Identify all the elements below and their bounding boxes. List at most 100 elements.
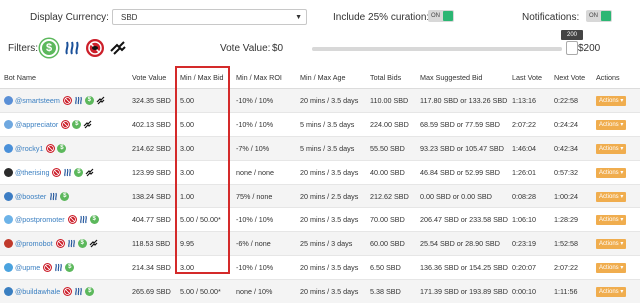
bot-name-link[interactable]: @therising xyxy=(15,168,49,177)
min-max-age-cell: 20 mins / 2.5 days xyxy=(296,184,366,208)
dollar-icon: $ xyxy=(90,215,99,224)
avatar xyxy=(4,120,13,129)
bot-name-cell: @rocky1$ xyxy=(0,136,128,160)
filters-label: Filters: xyxy=(8,43,38,54)
actions-button[interactable]: Actions ▾ xyxy=(596,120,626,130)
last-vote-cell: 0:23:19 xyxy=(508,232,550,256)
next-vote-cell: 1:11:56 xyxy=(550,280,592,303)
ban-icon xyxy=(68,215,77,224)
min-max-age-cell: 20 mins / 3.5 days xyxy=(296,160,366,184)
actions-button[interactable]: Actions ▾ xyxy=(596,168,626,178)
dollar-icon[interactable]: $ xyxy=(40,39,58,57)
header-last-vote[interactable]: Last Vote xyxy=(508,66,550,89)
actions-cell: Actions ▾ xyxy=(592,112,640,136)
actions-button[interactable]: Actions ▾ xyxy=(596,239,626,249)
actions-button[interactable]: Actions ▾ xyxy=(596,287,626,297)
actions-button[interactable]: Actions ▾ xyxy=(596,263,626,273)
header-next-vote[interactable]: Next Vote xyxy=(550,66,592,89)
filter-row: Filters: $ Vote Value: $0 200 $200 xyxy=(0,38,640,60)
currency-value: SBD xyxy=(121,13,137,22)
header-actions[interactable]: Actions xyxy=(592,66,640,89)
vote-value-cell: 118.53 SBD xyxy=(128,232,176,256)
avatar xyxy=(4,144,13,153)
bot-name-link[interactable]: @buildawhale xyxy=(15,287,60,296)
header-min-max-roi[interactable]: Min / Max ROI xyxy=(232,66,296,89)
dollar-icon: $ xyxy=(74,168,83,177)
min-max-age-cell: 5 mins / 3.5 days xyxy=(296,112,366,136)
table-row: @promobot$118.53 SBD9.95-6% / none25 min… xyxy=(0,232,640,256)
max-suggested-bid-cell: 0.00 SBD or 0.00 SBD xyxy=(416,184,508,208)
vote-value-slider: Vote Value: $0 200 $200 xyxy=(270,38,640,60)
table-row: @appreciator$402.13 SBD5.00-10% / 10%5 m… xyxy=(0,112,640,136)
currency-select[interactable]: SBD ▼ xyxy=(112,9,307,25)
min-max-roi-cell: none / none xyxy=(232,160,296,184)
min-max-bid-cell: 3.00 xyxy=(176,256,232,280)
bot-name-link[interactable]: @booster xyxy=(15,192,46,201)
table-row: @smartsteem$324.35 SBD5.00-10% / 10%20 m… xyxy=(0,89,640,113)
bot-table: Bot NameVote ValueMin / Max BidMin / Max… xyxy=(0,66,640,303)
vote-value-cell: 404.77 SBD xyxy=(128,208,176,232)
ban-icon[interactable] xyxy=(86,39,104,57)
header-bot-name[interactable]: Bot Name xyxy=(0,66,128,89)
min-max-bid-cell: 3.00 xyxy=(176,136,232,160)
ban-icon xyxy=(63,287,72,296)
header-vote-value[interactable]: Vote Value xyxy=(128,66,176,89)
min-max-age-cell: 25 mins / 3 days xyxy=(296,232,366,256)
header-total-bids[interactable]: Total Bids xyxy=(366,66,416,89)
hand-icon[interactable] xyxy=(109,39,127,57)
actions-cell: Actions ▾ xyxy=(592,136,640,160)
bot-name-link[interactable]: @appreciator xyxy=(15,120,58,129)
table-row: @therising$123.99 SBD3.00none / none20 m… xyxy=(0,160,640,184)
last-vote-cell: 0:20:07 xyxy=(508,256,550,280)
bot-name-cell: @promobot$ xyxy=(0,232,128,256)
vote-value-cell: 138.24 SBD xyxy=(128,184,176,208)
actions-button[interactable]: Actions ▾ xyxy=(596,215,626,225)
vote-value-label: Vote Value: xyxy=(220,43,270,54)
avatar xyxy=(4,239,13,248)
vote-value-cell: 324.35 SBD xyxy=(128,89,176,113)
bot-name-cell: @therising $ xyxy=(0,160,128,184)
dollar-icon: $ xyxy=(85,96,94,105)
next-vote-cell: 2:07:22 xyxy=(550,256,592,280)
bot-name-link[interactable]: @upme xyxy=(15,263,40,272)
steem-icon xyxy=(74,96,83,105)
header-min-max-age[interactable]: Min / Max Age xyxy=(296,66,366,89)
notifications-toggle[interactable]: ON xyxy=(586,10,612,22)
min-max-roi-cell: -10% / 10% xyxy=(232,208,296,232)
table-row: @buildawhale$265.69 SBD5.00 / 50.00*none… xyxy=(0,280,640,303)
vote-value-cell: 123.99 SBD xyxy=(128,160,176,184)
steem-icon xyxy=(74,287,83,296)
hand-icon xyxy=(89,239,98,248)
bot-name-cell: @upme$ xyxy=(0,256,128,280)
actions-button[interactable]: Actions ▾ xyxy=(596,144,626,154)
slider-handle[interactable] xyxy=(566,41,578,55)
min-max-bid-cell: 9.95 xyxy=(176,232,232,256)
steem-icon xyxy=(54,263,63,272)
header-min-max-bid[interactable]: Min / Max Bid xyxy=(176,66,232,89)
steem-icon[interactable] xyxy=(63,39,81,57)
toggle-knob xyxy=(443,11,453,21)
bot-name-link[interactable]: @promobot xyxy=(15,239,53,248)
curation-toggle[interactable]: ON xyxy=(428,10,454,22)
header-max-suggested-bid[interactable]: Max Suggested Bid xyxy=(416,66,508,89)
actions-cell: Actions ▾ xyxy=(592,160,640,184)
bot-name-link[interactable]: @rocky1 xyxy=(15,144,43,153)
notifications-label: Notifications: xyxy=(522,12,579,23)
total-bids-cell: 110.00 SBD xyxy=(366,89,416,113)
table-row: @rocky1$214.62 SBD3.00-7% / 10%5 mins / … xyxy=(0,136,640,160)
min-max-roi-cell: -10% / 10% xyxy=(232,89,296,113)
max-suggested-bid-cell: 68.59 SBD or 77.59 SBD xyxy=(416,112,508,136)
bot-name-link[interactable]: @smartsteem xyxy=(15,96,60,105)
min-max-roi-cell: none / 10% xyxy=(232,280,296,303)
min-max-roi-cell: 75% / none xyxy=(232,184,296,208)
bot-name-link[interactable]: @postpromoter xyxy=(15,215,65,224)
total-bids-cell: 70.00 SBD xyxy=(366,208,416,232)
steem-icon xyxy=(49,192,58,201)
actions-button[interactable]: Actions ▾ xyxy=(596,192,626,202)
min-max-age-cell: 20 mins / 3.5 days xyxy=(296,280,366,303)
settings-row: Display Currency: SBD ▼ Include 25% cura… xyxy=(0,9,640,27)
actions-button[interactable]: Actions ▾ xyxy=(596,96,626,106)
ban-icon xyxy=(46,144,55,153)
next-vote-cell: 0:22:58 xyxy=(550,89,592,113)
toggle-knob xyxy=(601,11,611,21)
